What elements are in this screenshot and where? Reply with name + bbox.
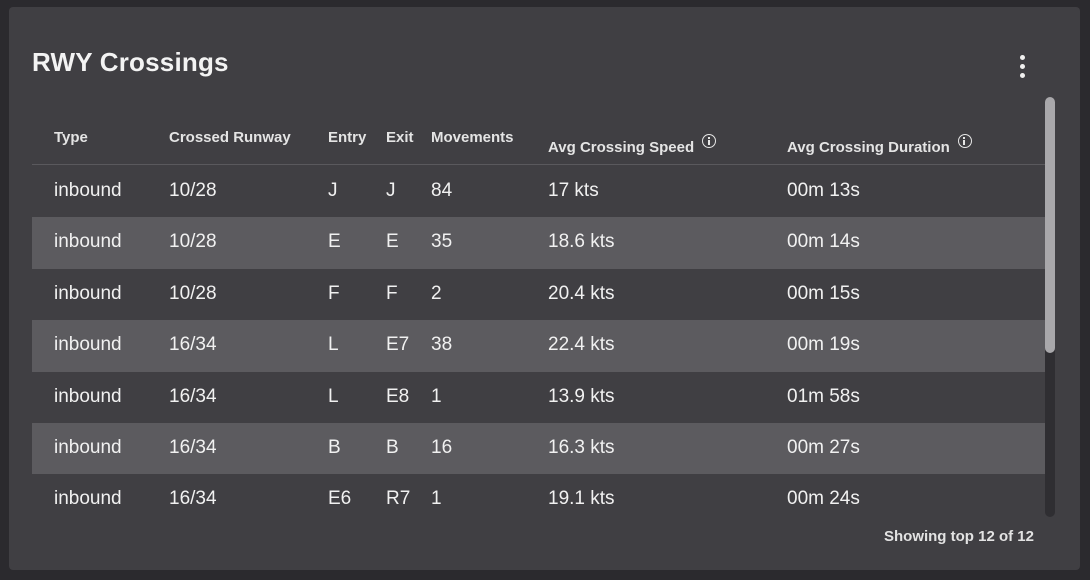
- showing-count-text: Showing top 12 of 12: [883, 528, 1034, 545]
- cell-speed: 13.9 kts: [548, 385, 615, 407]
- cell-duration: 00m 15s: [787, 282, 860, 304]
- cell-entry: E: [328, 231, 341, 253]
- cell-exit: E7: [386, 334, 410, 356]
- cell-exit: R7: [386, 488, 411, 510]
- table-row[interactable]: inbound 16/34 L E8 1 13.9 kts 01m 58s: [32, 372, 1047, 423]
- cell-entry: E6: [328, 488, 352, 510]
- cell-speed: 20.4 kts: [548, 282, 615, 304]
- header-movements[interactable]: Movements: [431, 129, 514, 146]
- cell-duration: 00m 13s: [787, 180, 860, 201]
- cell-type: inbound: [54, 231, 122, 253]
- table-body: inbound 10/28 J J 84 17 kts 00m 13s inbo…: [32, 166, 1047, 525]
- cell-runway: 16/34: [169, 436, 217, 458]
- header-exit[interactable]: Exit: [386, 129, 414, 146]
- cell-duration: 01m 58s: [787, 385, 860, 407]
- cell-movements: 84: [431, 180, 453, 201]
- header-crossed-runway[interactable]: Crossed Runway: [169, 129, 291, 146]
- cell-duration: 00m 27s: [787, 436, 860, 458]
- cell-runway: 10/28: [169, 180, 217, 201]
- cell-movements: 38: [431, 334, 453, 356]
- cell-runway: 16/34: [169, 334, 217, 356]
- cell-speed: 22.4 kts: [548, 334, 615, 356]
- cell-speed: 19.1 kts: [548, 488, 615, 510]
- header-avg-crossing-speed[interactable]: Avg Crossing Speed: [548, 134, 717, 156]
- cell-duration: 00m 19s: [787, 334, 860, 356]
- table-row[interactable]: inbound 10/28 E E 35 18.6 kts 00m 14s: [32, 217, 1047, 269]
- cell-speed: 18.6 kts: [548, 231, 615, 253]
- cell-runway: 10/28: [169, 231, 217, 253]
- more-vertical-icon[interactable]: [1010, 51, 1034, 81]
- header-entry[interactable]: Entry: [328, 129, 366, 146]
- rwy-crossings-card: RWY Crossings Type Crossed Runway Entry …: [9, 7, 1080, 570]
- cell-movements: 35: [431, 231, 453, 253]
- table-row[interactable]: inbound 10/28 F F 2 20.4 kts 00m 15s: [32, 269, 1047, 320]
- cell-movements: 2: [431, 282, 442, 304]
- cell-type: inbound: [54, 385, 122, 407]
- info-icon[interactable]: [957, 134, 972, 148]
- cell-movements: 16: [431, 436, 453, 458]
- cell-exit: J: [386, 180, 396, 201]
- cell-exit: E8: [386, 385, 410, 407]
- cell-entry: J: [328, 180, 338, 201]
- card-title: RWY Crossings: [32, 47, 229, 77]
- cell-movements: 1: [431, 488, 442, 510]
- cell-exit: F: [386, 282, 398, 304]
- cell-type: inbound: [54, 436, 122, 458]
- cell-duration: 00m 14s: [787, 231, 860, 253]
- cell-entry: F: [328, 282, 340, 304]
- scrollbar-thumb[interactable]: [1045, 97, 1055, 353]
- header-duration-label: Avg Crossing Duration: [787, 139, 950, 156]
- cell-speed: 17 kts: [548, 180, 599, 201]
- info-icon[interactable]: [702, 134, 717, 148]
- table-row[interactable]: inbound 16/34 L E7 38 22.4 kts 00m 19s: [32, 320, 1047, 372]
- table-row[interactable]: inbound 10/28 J J 84 17 kts 00m 13s: [32, 166, 1047, 217]
- cell-type: inbound: [54, 488, 122, 510]
- cell-exit: E: [386, 231, 399, 253]
- cell-runway: 16/34: [169, 488, 217, 510]
- cell-entry: L: [328, 334, 339, 356]
- vertical-scrollbar[interactable]: [1045, 97, 1055, 517]
- header-avg-crossing-duration[interactable]: Avg Crossing Duration: [787, 134, 972, 156]
- cell-movements: 1: [431, 385, 442, 407]
- cell-speed: 16.3 kts: [548, 436, 615, 458]
- cell-type: inbound: [54, 334, 122, 356]
- table-row[interactable]: inbound 16/34 E6 R7 1 19.1 kts 00m 24s: [32, 474, 1047, 525]
- header-divider: [32, 164, 1047, 165]
- cell-type: inbound: [54, 180, 122, 201]
- header-speed-label: Avg Crossing Speed: [548, 139, 695, 156]
- cell-entry: B: [328, 436, 341, 458]
- cell-entry: L: [328, 385, 339, 407]
- cell-exit: B: [386, 436, 399, 458]
- cell-duration: 00m 24s: [787, 488, 860, 510]
- cell-runway: 16/34: [169, 385, 217, 407]
- table-row[interactable]: inbound 16/34 B B 16 16.3 kts 00m 27s: [32, 422, 1047, 475]
- cell-runway: 10/28: [169, 282, 217, 304]
- header-type[interactable]: Type: [54, 129, 88, 146]
- cell-type: inbound: [54, 282, 122, 304]
